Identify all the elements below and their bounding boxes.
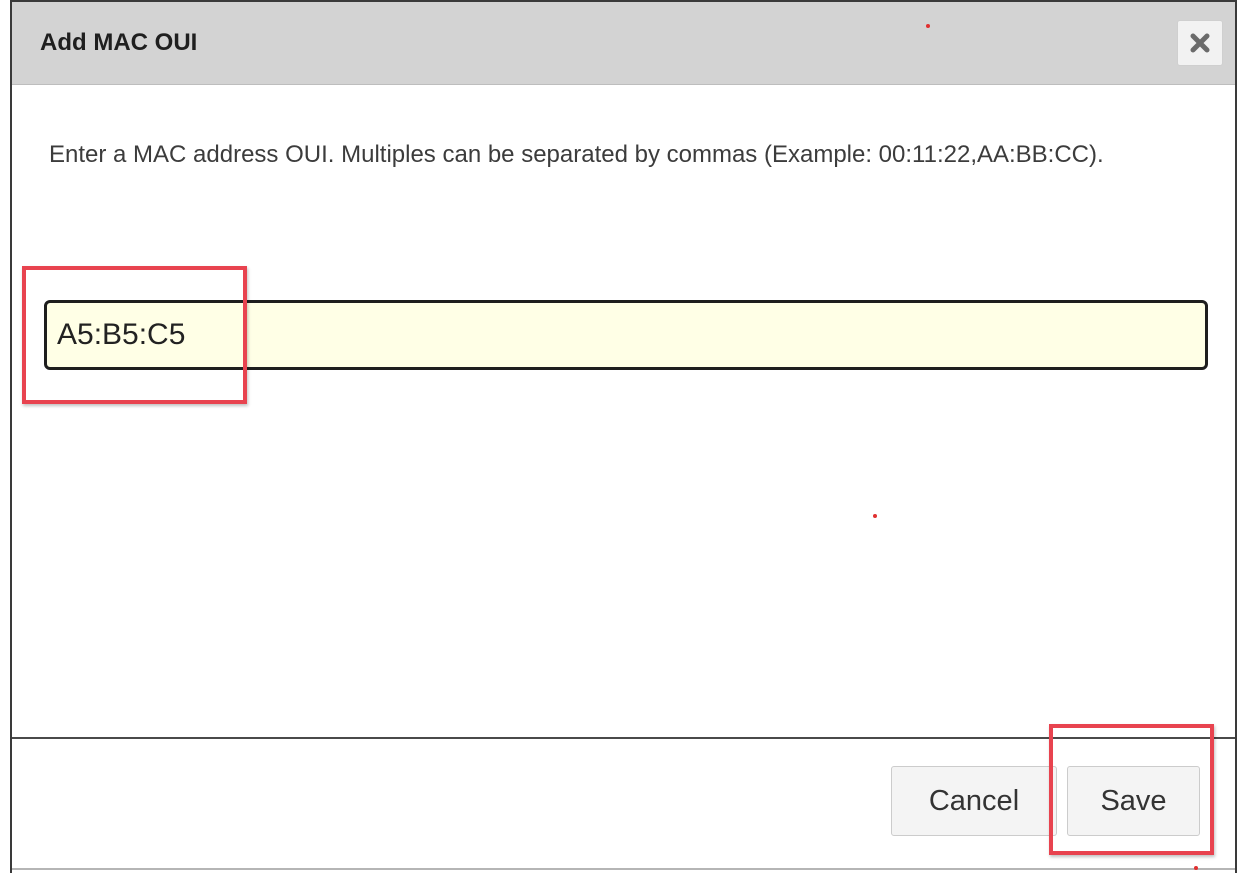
mac-oui-input[interactable] [44, 300, 1208, 370]
footer-divider [12, 737, 1235, 739]
dialog-title: Add MAC OUI [40, 29, 198, 56]
cancel-button[interactable]: Cancel [891, 766, 1057, 836]
stray-dot [873, 514, 877, 518]
instructions-text: Enter a MAC address OUI. Multiples can b… [49, 141, 1104, 168]
save-button[interactable]: Save [1067, 766, 1200, 836]
stray-dot [1194, 866, 1198, 870]
add-mac-oui-dialog: Add MAC OUI Enter a MAC address OUI. Mul… [10, 0, 1237, 873]
dialog-title-bar: Add MAC OUI [12, 2, 1235, 85]
close-button[interactable] [1177, 20, 1223, 66]
stray-dot [926, 24, 930, 28]
close-icon [1190, 33, 1210, 53]
bottom-divider [12, 868, 1235, 870]
